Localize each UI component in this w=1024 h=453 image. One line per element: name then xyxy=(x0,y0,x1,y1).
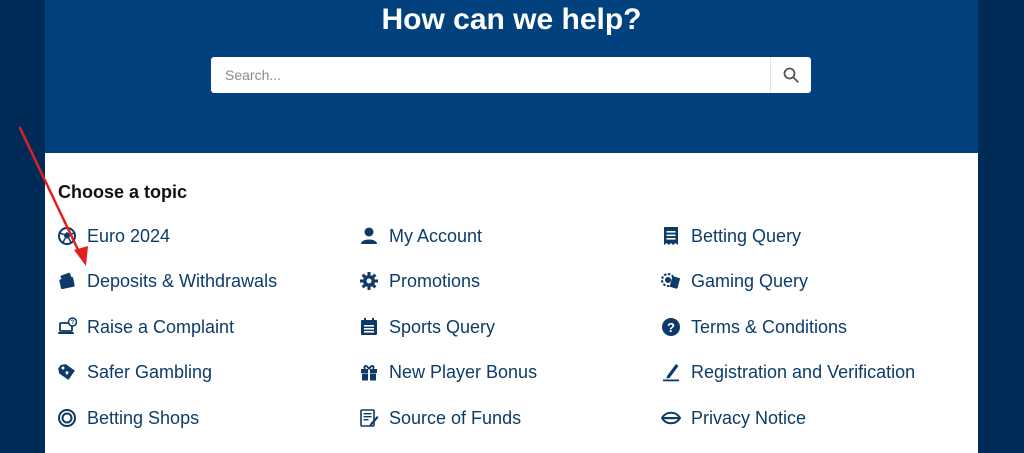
search-bar xyxy=(211,57,811,93)
circle-ring-icon xyxy=(57,408,77,428)
topic-deposits-withdrawals[interactable]: Deposits & Withdrawals xyxy=(57,266,277,296)
topic-label: Betting Query xyxy=(691,225,802,246)
document-pen-icon xyxy=(359,408,379,428)
topic-label: Terms & Conditions xyxy=(691,316,848,337)
topic-label: Privacy Notice xyxy=(691,407,807,428)
search-input[interactable] xyxy=(211,57,769,93)
topic-label: Registration and Verification xyxy=(691,361,916,382)
topic-source-of-funds[interactable]: Source of Funds xyxy=(359,403,521,433)
topic-betting-query[interactable]: Betting Query xyxy=(661,221,801,251)
tag-heart-icon xyxy=(57,362,77,382)
topic-label: My Account xyxy=(389,225,483,246)
topic-promotions[interactable]: Promotions xyxy=(359,266,480,296)
page-background-left xyxy=(0,0,45,453)
page-title: How can we help? xyxy=(381,3,642,36)
svg-text:?: ? xyxy=(667,320,675,335)
svg-text:?: ? xyxy=(71,320,75,326)
soccer-ball-icon xyxy=(57,226,77,246)
topics-panel: Choose a topic Euro 2024 Deposits & With… xyxy=(45,153,978,453)
topic-label: Deposits & Withdrawals xyxy=(87,270,278,291)
help-hero-banner: How can we help? xyxy=(45,0,978,153)
topics-heading: Choose a topic xyxy=(58,182,188,202)
topic-my-account[interactable]: My Account xyxy=(359,221,482,251)
topic-new-player-bonus[interactable]: New Player Bonus xyxy=(359,357,537,387)
topic-label: Promotions xyxy=(389,270,481,291)
topic-label: Euro 2024 xyxy=(87,225,171,246)
topic-terms-conditions[interactable]: ? Terms & Conditions xyxy=(661,312,847,342)
calendar-list-icon xyxy=(359,317,379,337)
search-button[interactable] xyxy=(771,57,811,93)
laptop-question-icon: ? xyxy=(57,317,77,337)
topic-label: New Player Bonus xyxy=(389,361,538,382)
gift-icon xyxy=(359,362,379,382)
topic-label: Sports Query xyxy=(389,316,496,337)
topic-label: Source of Funds xyxy=(389,407,522,428)
question-circle-icon: ? xyxy=(661,317,681,337)
topic-privacy-notice[interactable]: Privacy Notice xyxy=(661,403,806,433)
topic-raise-complaint[interactable]: ? Raise a Complaint xyxy=(57,312,234,342)
topic-safer-gambling[interactable]: Safer Gambling xyxy=(57,357,212,387)
pencil-line-icon xyxy=(661,362,681,382)
topic-label: Safer Gambling xyxy=(87,361,213,382)
topic-label: Gaming Query xyxy=(691,270,809,291)
topic-betting-shops[interactable]: Betting Shops xyxy=(57,403,199,433)
eye-shield-icon xyxy=(661,408,681,428)
topic-registration-verification[interactable]: Registration and Verification xyxy=(661,357,915,387)
topic-label: Betting Shops xyxy=(87,407,200,428)
user-icon xyxy=(359,226,379,246)
topic-euro-2024[interactable]: Euro 2024 xyxy=(57,221,170,251)
page-background-right xyxy=(978,0,1024,453)
search-icon xyxy=(783,67,799,83)
chips-cards-icon xyxy=(661,271,681,291)
topic-sports-query[interactable]: Sports Query xyxy=(359,312,495,342)
wallet-cards-icon xyxy=(57,271,77,291)
receipt-icon xyxy=(661,226,681,246)
topic-gaming-query[interactable]: Gaming Query xyxy=(661,266,808,296)
gear-badge-icon xyxy=(359,271,379,291)
topic-label: Raise a Complaint xyxy=(87,316,235,337)
